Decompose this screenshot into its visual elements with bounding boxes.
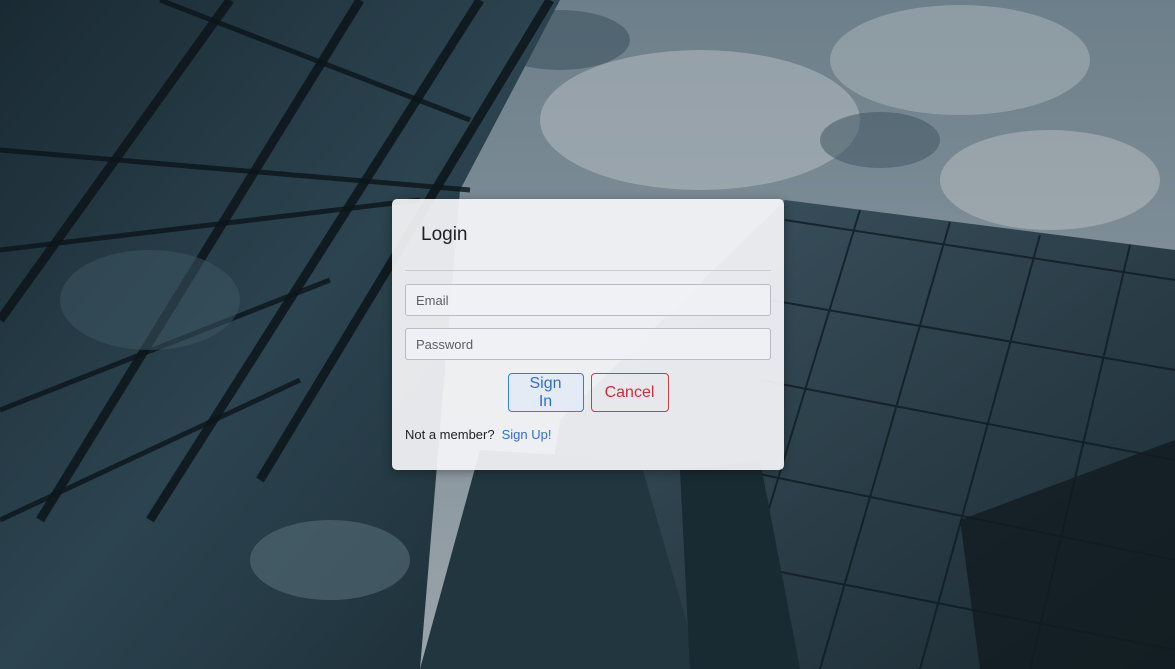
modal-title: Login bbox=[421, 223, 468, 245]
login-page: Login Sign In Cancel Not a member? Sign … bbox=[0, 0, 1175, 669]
modal-header: Login bbox=[405, 199, 771, 271]
form-actions: Sign In Cancel bbox=[405, 373, 771, 412]
sign-in-button[interactable]: Sign In bbox=[507, 373, 584, 412]
email-input[interactable] bbox=[405, 284, 771, 316]
login-modal: Login Sign In Cancel Not a member? Sign … bbox=[392, 199, 784, 470]
password-input[interactable] bbox=[405, 328, 771, 360]
not-member-text: Not a member? bbox=[405, 427, 495, 442]
cancel-button[interactable]: Cancel bbox=[590, 373, 669, 412]
signup-prompt: Not a member? Sign Up! bbox=[405, 427, 771, 442]
sign-up-link[interactable]: Sign Up! bbox=[502, 427, 552, 442]
